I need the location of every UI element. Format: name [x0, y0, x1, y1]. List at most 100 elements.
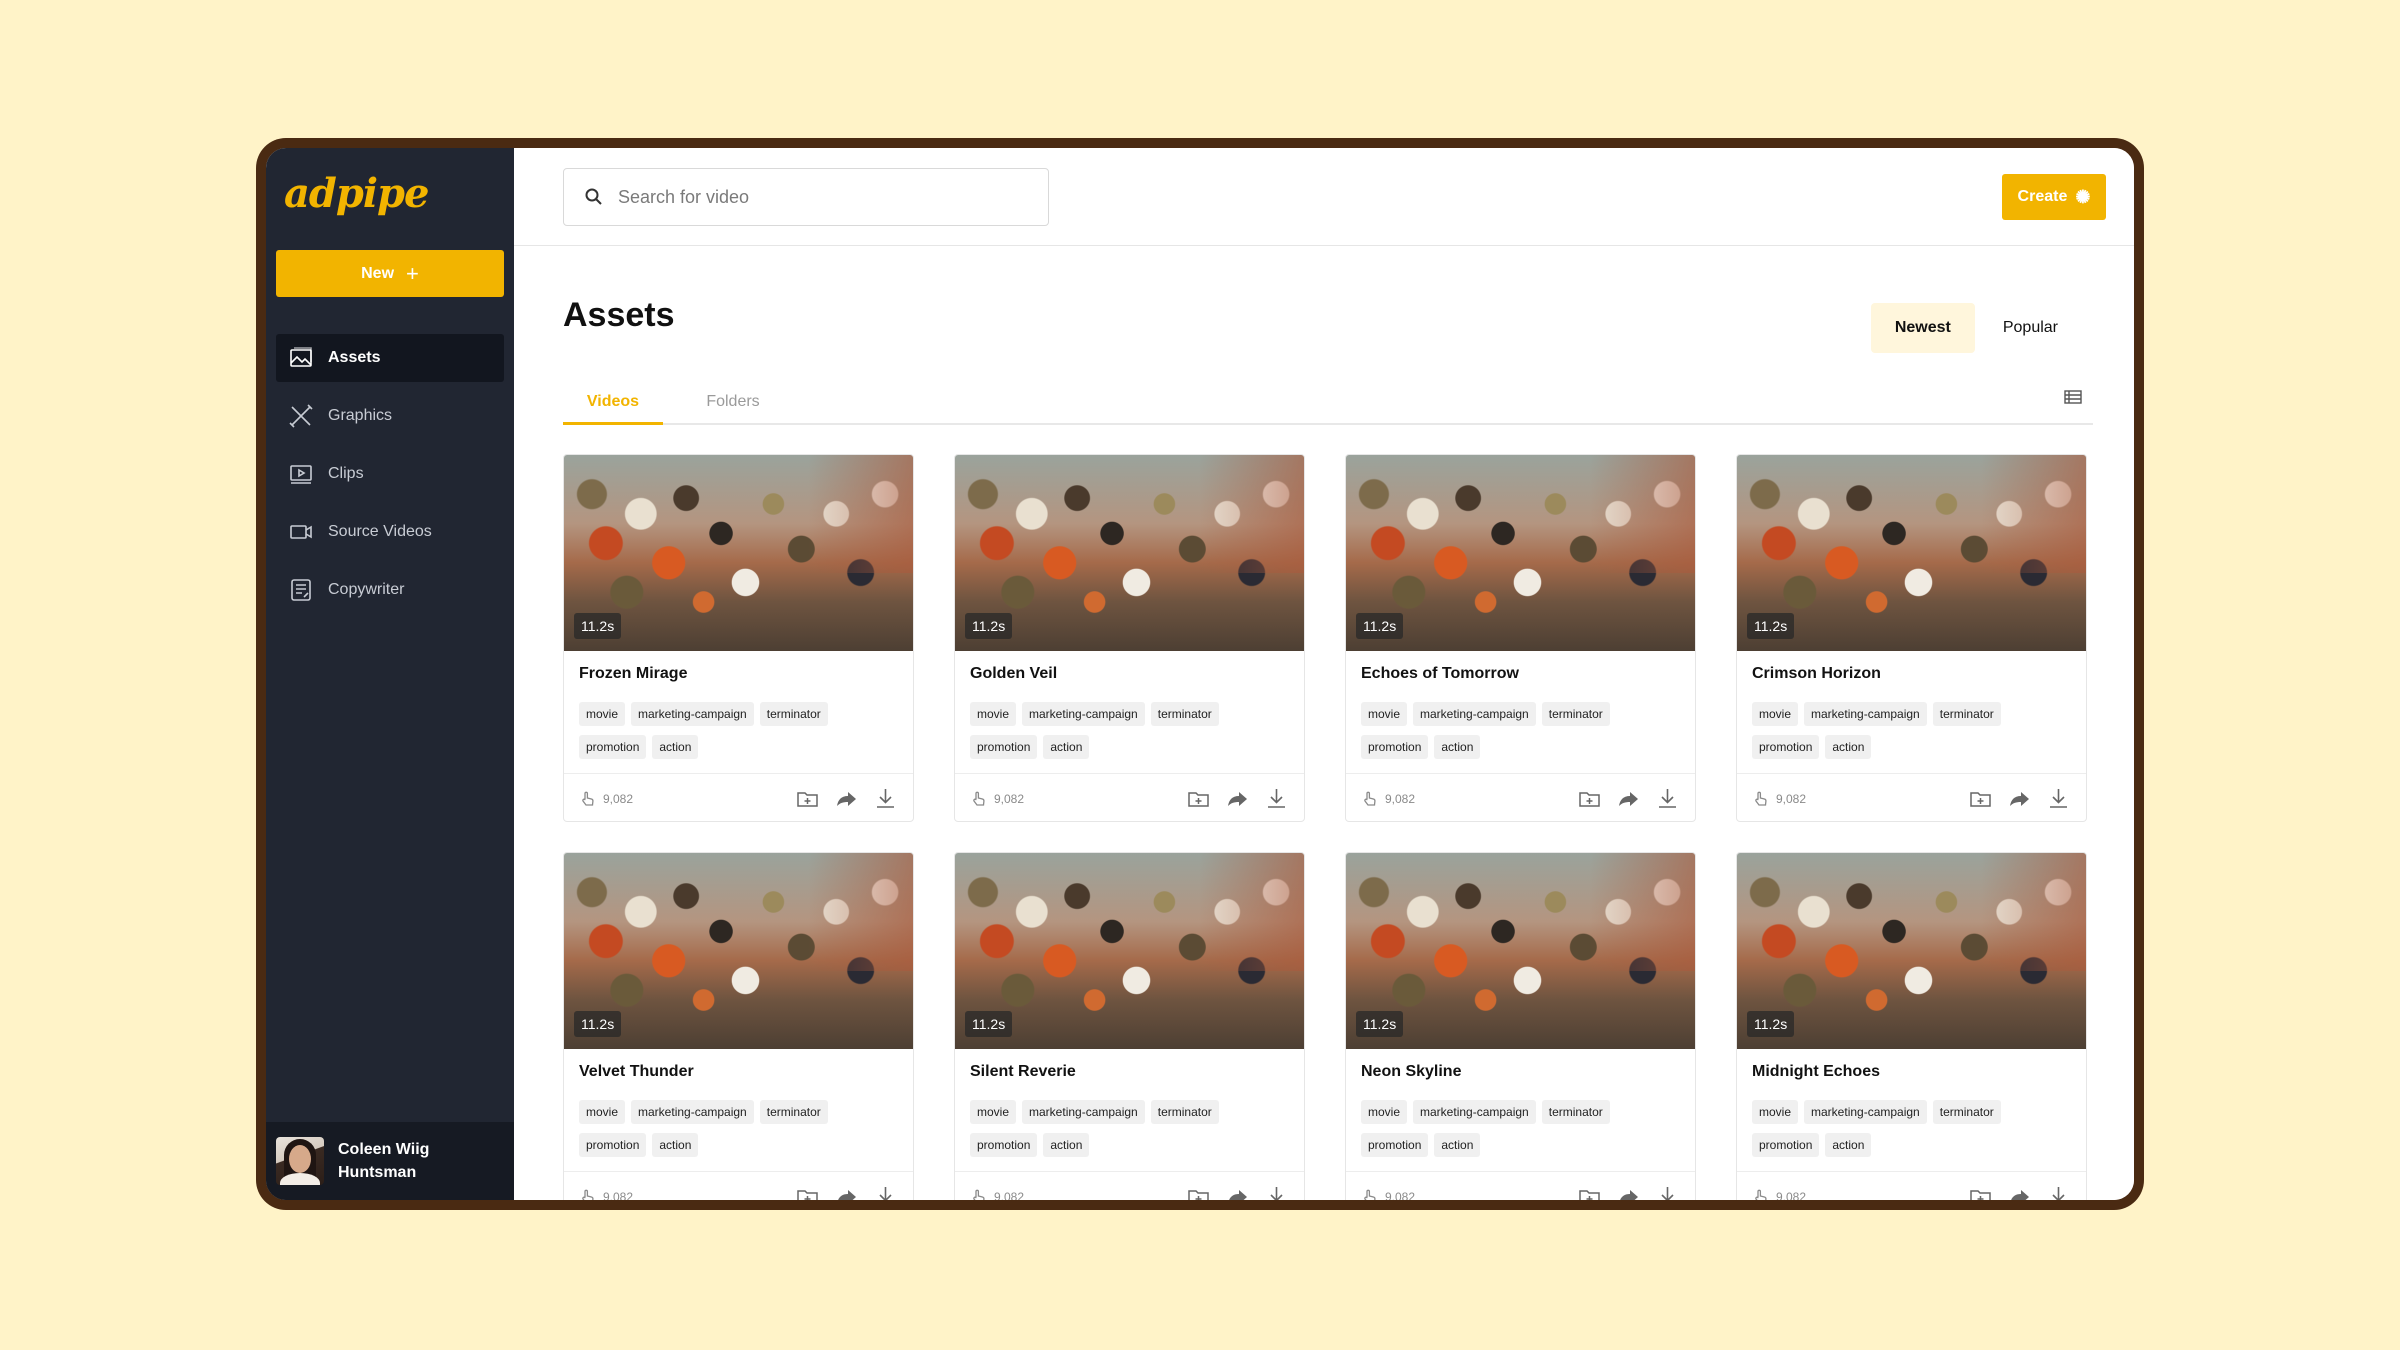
- tag[interactable]: movie: [1361, 702, 1408, 726]
- tag[interactable]: movie: [970, 702, 1017, 726]
- share-icon[interactable]: [2007, 786, 2032, 811]
- tag[interactable]: promotion: [1361, 735, 1429, 759]
- tag[interactable]: terminator: [1541, 1100, 1610, 1124]
- new-button[interactable]: New +: [276, 250, 504, 297]
- share-icon[interactable]: [1616, 1184, 1641, 1200]
- tag[interactable]: marketing-campaign: [1413, 702, 1536, 726]
- tag[interactable]: promotion: [579, 735, 647, 759]
- video-thumbnail[interactable]: 11.2s: [564, 853, 913, 1049]
- tag[interactable]: action: [1434, 735, 1481, 759]
- tag[interactable]: promotion: [579, 1133, 647, 1157]
- tab-videos[interactable]: Videos: [563, 377, 663, 425]
- video-card[interactable]: 11.2s Neon Skyline movie marketing-campa…: [1345, 852, 1696, 1200]
- user-profile[interactable]: Coleen Wiig Huntsman: [266, 1122, 514, 1200]
- tag[interactable]: promotion: [1752, 1133, 1820, 1157]
- tag[interactable]: movie: [1361, 1100, 1408, 1124]
- tag[interactable]: marketing-campaign: [1804, 702, 1927, 726]
- tag[interactable]: action: [1043, 1133, 1090, 1157]
- tag[interactable]: movie: [579, 702, 626, 726]
- video-thumbnail[interactable]: 11.2s: [1346, 853, 1695, 1049]
- add-to-folder-icon[interactable]: [1968, 1184, 1993, 1200]
- tag[interactable]: movie: [579, 1100, 626, 1124]
- video-thumbnail[interactable]: 11.2s: [564, 455, 913, 651]
- tag[interactable]: promotion: [1361, 1133, 1429, 1157]
- share-icon[interactable]: [2007, 1184, 2032, 1200]
- tag[interactable]: movie: [1752, 1100, 1799, 1124]
- video-thumbnail[interactable]: 11.2s: [955, 455, 1304, 651]
- video-title[interactable]: Midnight Echoes: [1752, 1063, 1880, 1081]
- download-icon[interactable]: [2046, 786, 2071, 811]
- video-title[interactable]: Velvet Thunder: [579, 1063, 694, 1081]
- tag[interactable]: promotion: [970, 1133, 1038, 1157]
- sort-popular-button[interactable]: Popular: [1979, 303, 2082, 353]
- app-logo[interactable]: adpipe: [284, 170, 429, 217]
- video-title[interactable]: Frozen Mirage: [579, 665, 687, 683]
- tag[interactable]: terminator: [1541, 702, 1610, 726]
- search-input[interactable]: [618, 186, 1018, 208]
- tag[interactable]: action: [1043, 735, 1090, 759]
- sort-newest-button[interactable]: Newest: [1870, 303, 1975, 353]
- tag[interactable]: terminator: [759, 702, 828, 726]
- tag[interactable]: marketing-campaign: [1022, 702, 1145, 726]
- video-card[interactable]: 11.2s Echoes of Tomorrow movie marketing…: [1345, 454, 1696, 822]
- video-card[interactable]: 11.2s Midnight Echoes movie marketing-ca…: [1736, 852, 2087, 1200]
- add-to-folder-icon[interactable]: [1577, 786, 1602, 811]
- sidebar-item-graphics[interactable]: Graphics: [276, 392, 504, 440]
- tag[interactable]: terminator: [1150, 1100, 1219, 1124]
- video-title[interactable]: Crimson Horizon: [1752, 665, 1881, 683]
- tag[interactable]: action: [1825, 1133, 1872, 1157]
- video-thumbnail[interactable]: 11.2s: [1346, 455, 1695, 651]
- list-view-icon[interactable]: [2062, 386, 2084, 408]
- add-to-folder-icon[interactable]: [1968, 786, 1993, 811]
- sidebar-item-source-videos[interactable]: Source Videos: [276, 508, 504, 556]
- video-card[interactable]: 11.2s Crimson Horizon movie marketing-ca…: [1736, 454, 2087, 822]
- sidebar-item-copywriter[interactable]: Copywriter: [276, 566, 504, 614]
- video-card[interactable]: 11.2s Frozen Mirage movie marketing-camp…: [563, 454, 914, 822]
- video-title[interactable]: Neon Skyline: [1361, 1063, 1461, 1081]
- add-to-folder-icon[interactable]: [1186, 786, 1211, 811]
- sidebar-item-assets[interactable]: Assets: [276, 334, 504, 382]
- download-icon[interactable]: [1264, 786, 1289, 811]
- video-card[interactable]: 11.2s Silent Reverie movie marketing-cam…: [954, 852, 1305, 1200]
- add-to-folder-icon[interactable]: [795, 786, 820, 811]
- tag[interactable]: movie: [1752, 702, 1799, 726]
- tag[interactable]: movie: [970, 1100, 1017, 1124]
- tag[interactable]: promotion: [1752, 735, 1820, 759]
- video-title[interactable]: Echoes of Tomorrow: [1361, 665, 1519, 683]
- add-to-folder-icon[interactable]: [1577, 1184, 1602, 1200]
- search-box[interactable]: [563, 168, 1049, 226]
- tag[interactable]: marketing-campaign: [1413, 1100, 1536, 1124]
- tag[interactable]: terminator: [759, 1100, 828, 1124]
- tag[interactable]: marketing-campaign: [631, 1100, 754, 1124]
- video-thumbnail[interactable]: 11.2s: [1737, 853, 2086, 1049]
- tag[interactable]: terminator: [1932, 702, 2001, 726]
- tag[interactable]: marketing-campaign: [1022, 1100, 1145, 1124]
- download-icon[interactable]: [873, 1184, 898, 1200]
- tag[interactable]: terminator: [1150, 702, 1219, 726]
- add-to-folder-icon[interactable]: [1186, 1184, 1211, 1200]
- tag[interactable]: action: [652, 1133, 699, 1157]
- video-card[interactable]: 11.2s Velvet Thunder movie marketing-cam…: [563, 852, 914, 1200]
- create-button[interactable]: Create ✺: [2002, 174, 2106, 220]
- video-thumbnail[interactable]: 11.2s: [1737, 455, 2086, 651]
- tag[interactable]: promotion: [970, 735, 1038, 759]
- download-icon[interactable]: [1264, 1184, 1289, 1200]
- download-icon[interactable]: [873, 786, 898, 811]
- video-thumbnail[interactable]: 11.2s: [955, 853, 1304, 1049]
- share-icon[interactable]: [834, 1184, 859, 1200]
- sidebar-item-clips[interactable]: Clips: [276, 450, 504, 498]
- download-icon[interactable]: [1655, 786, 1680, 811]
- tag[interactable]: marketing-campaign: [1804, 1100, 1927, 1124]
- share-icon[interactable]: [1225, 786, 1250, 811]
- share-icon[interactable]: [834, 786, 859, 811]
- add-to-folder-icon[interactable]: [795, 1184, 820, 1200]
- video-title[interactable]: Golden Veil: [970, 665, 1057, 683]
- tag[interactable]: terminator: [1932, 1100, 2001, 1124]
- download-icon[interactable]: [1655, 1184, 1680, 1200]
- tab-folders[interactable]: Folders: [683, 377, 783, 423]
- tag[interactable]: action: [1825, 735, 1872, 759]
- video-card[interactable]: 11.2s Golden Veil movie marketing-campai…: [954, 454, 1305, 822]
- share-icon[interactable]: [1616, 786, 1641, 811]
- tag[interactable]: action: [1434, 1133, 1481, 1157]
- share-icon[interactable]: [1225, 1184, 1250, 1200]
